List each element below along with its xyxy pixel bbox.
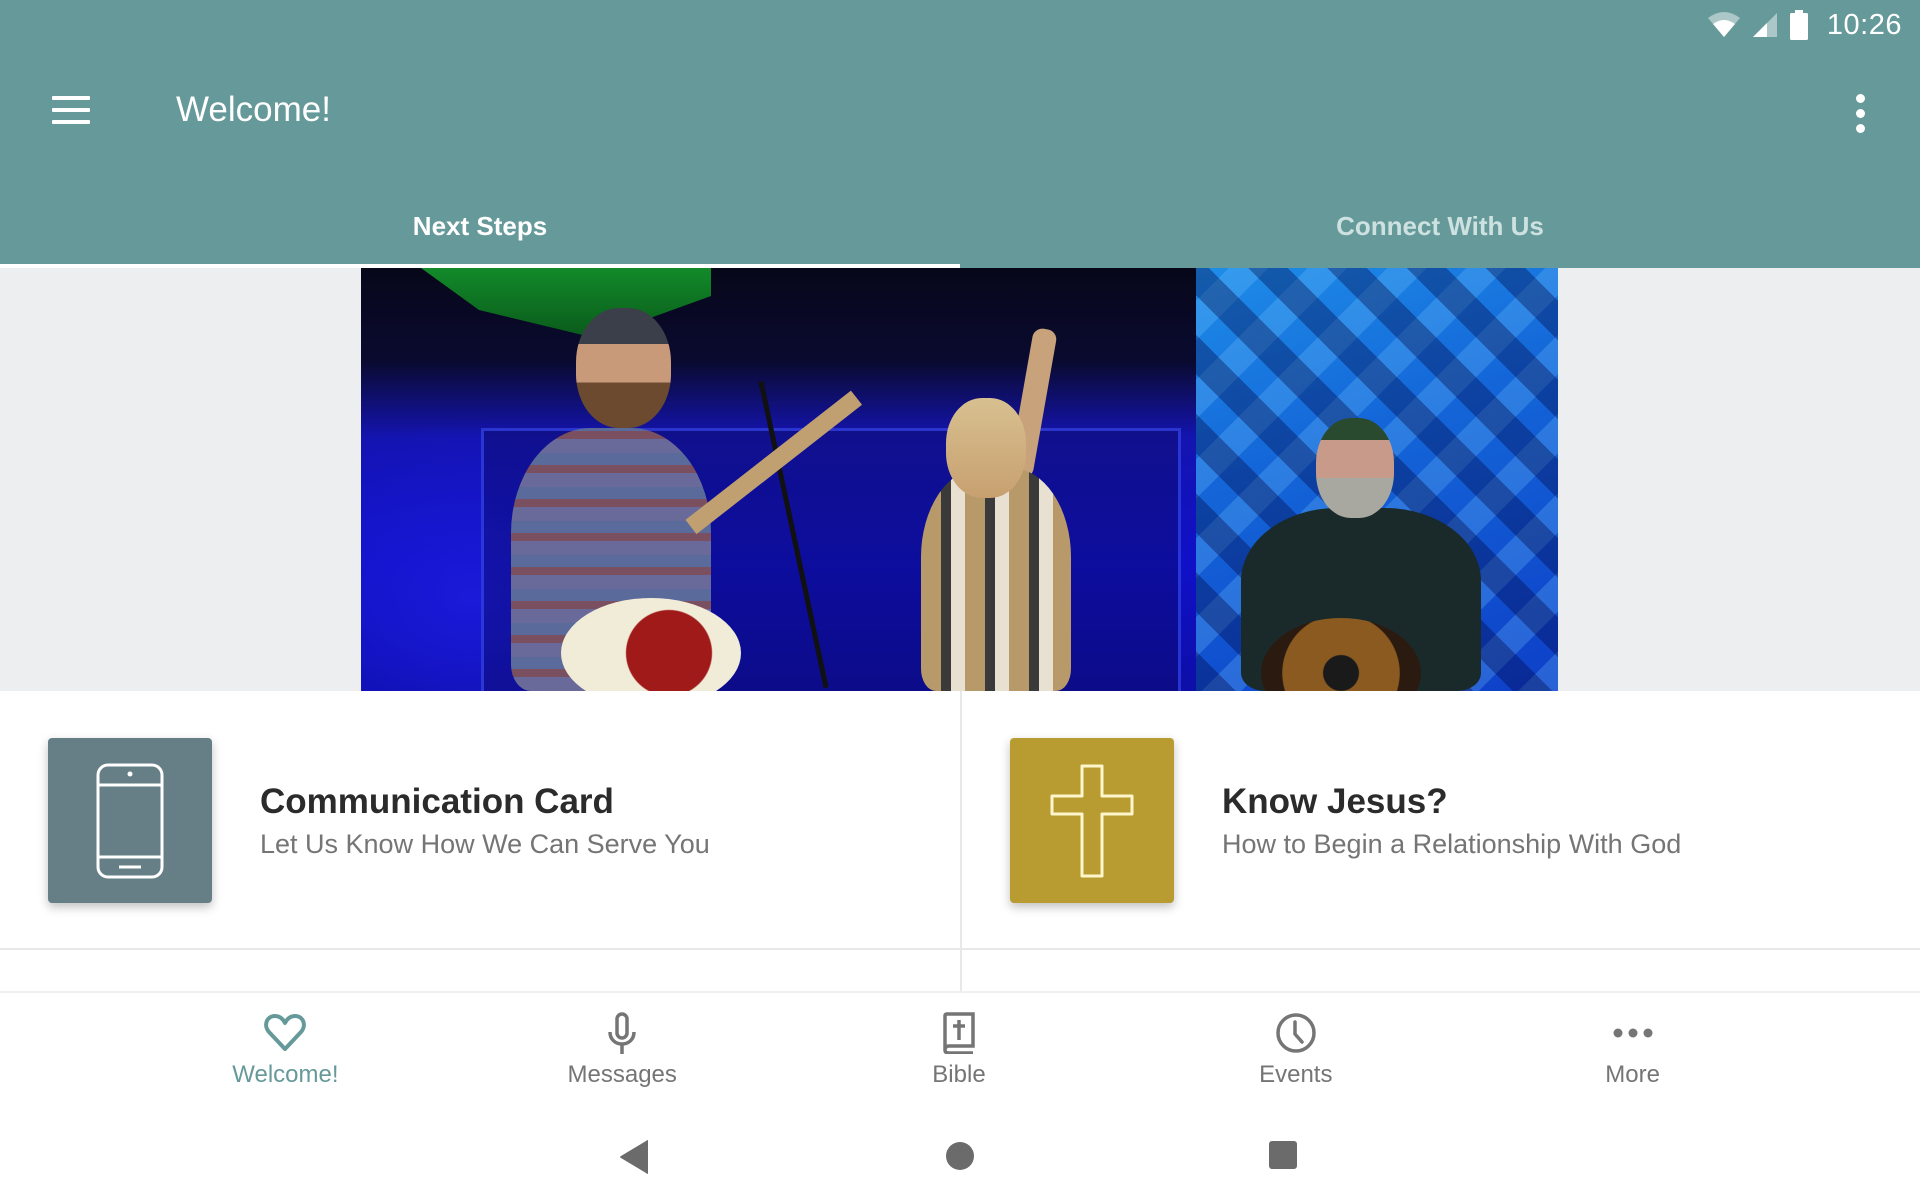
more-horiz-icon: [1613, 1028, 1653, 1038]
nav-bible[interactable]: Bible: [791, 993, 1128, 1101]
communication-card-item[interactable]: Communication Card Let Us Know How We Ca…: [0, 691, 958, 948]
nav-messages[interactable]: Messages: [454, 993, 791, 1101]
wifi-icon: [1707, 12, 1740, 37]
card-subtitle: Let Us Know How We Can Serve You: [260, 829, 710, 859]
guitarist-left-head: [576, 308, 671, 428]
status-bar: 10:26: [1520, 0, 1920, 50]
next-steps-list: Communication Card Let Us Know How We Ca…: [0, 691, 1920, 991]
cellular-signal-icon: [1752, 13, 1777, 37]
system-navigation-bar: [0, 1101, 1920, 1200]
guitarist-right-head: [1316, 418, 1394, 518]
status-time: 10:26: [1826, 8, 1902, 41]
bible-icon: [943, 1012, 975, 1054]
app-root: 10:26 Welcome! Next Steps Connect With U…: [0, 0, 1920, 1200]
nav-more[interactable]: More: [1464, 993, 1801, 1101]
nav-welcome[interactable]: Welcome!: [117, 993, 454, 1101]
cross-icon: [1050, 764, 1134, 877]
smartphone-icon: [96, 763, 164, 878]
hero-image[interactable]: [361, 268, 1558, 691]
nav-label: Bible: [932, 1061, 986, 1088]
card-title: Know Jesus?: [1222, 782, 1448, 821]
nav-label: Welcome!: [232, 1061, 339, 1088]
card-icon-tile: [1010, 738, 1174, 903]
back-icon[interactable]: [618, 1139, 650, 1175]
card-icon-tile: [48, 738, 212, 903]
singer-center: [921, 468, 1071, 691]
tab-bar: Next Steps Connect With Us: [0, 190, 1920, 268]
stage-light-green: [421, 268, 711, 338]
bottom-navigation: Welcome! Messages Bible Events More: [0, 991, 1920, 1101]
card-title: Communication Card: [260, 782, 614, 821]
nav-events[interactable]: Events: [1127, 993, 1464, 1101]
hero-container: [0, 268, 1920, 691]
app-bar: 10:26 Welcome! Next Steps Connect With U…: [0, 0, 1920, 268]
tab-next-steps[interactable]: Next Steps: [0, 190, 960, 268]
toolbar: Welcome!: [0, 52, 1920, 172]
microphone-icon: [608, 1012, 636, 1054]
page-title: Welcome!: [176, 90, 331, 129]
recents-icon[interactable]: [1268, 1140, 1298, 1170]
bottom-nav-items: Welcome! Messages Bible Events More: [117, 993, 1801, 1101]
know-jesus-item[interactable]: Know Jesus? How to Begin a Relationship …: [962, 691, 1920, 948]
heart-icon: [264, 1014, 307, 1051]
nav-label: More: [1605, 1061, 1660, 1088]
nav-label: Events: [1259, 1061, 1333, 1088]
clock-icon: [1276, 1013, 1316, 1053]
card-subtitle: How to Begin a Relationship With God: [1222, 829, 1682, 859]
row-divider: [0, 948, 1920, 950]
singer-center-head: [946, 398, 1026, 498]
hamburger-menu-icon[interactable]: [52, 96, 92, 126]
battery-icon: [1789, 10, 1808, 40]
home-icon[interactable]: [945, 1141, 975, 1171]
tab-connect-with-us[interactable]: Connect With Us: [960, 190, 1920, 268]
nav-label: Messages: [567, 1061, 677, 1088]
more-vert-icon[interactable]: [1850, 94, 1870, 134]
